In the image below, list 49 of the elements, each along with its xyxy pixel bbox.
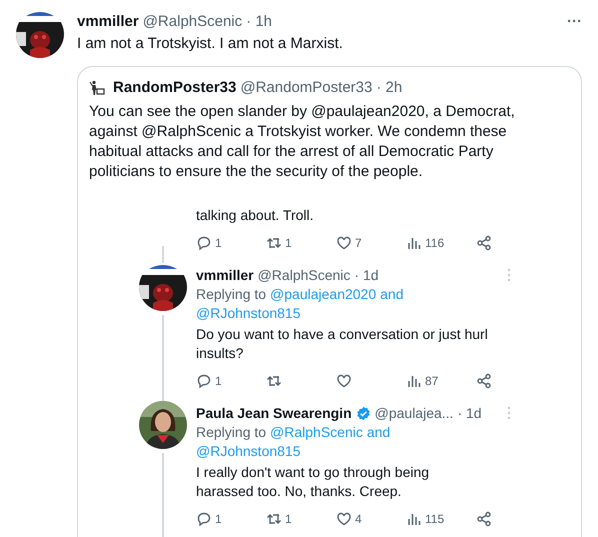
user-name[interactable]: RandomPoster33 — [113, 79, 236, 96]
mention-joiner: and — [366, 423, 390, 442]
bar-chart-icon[interactable] — [406, 511, 422, 527]
user-name[interactable]: vmmiller — [196, 267, 254, 283]
post-text: I am not a Trotskyist. I am not a Marxist. — [77, 34, 344, 54]
retweet-icon[interactable] — [266, 235, 282, 251]
heart-icon[interactable] — [336, 235, 352, 251]
quote-card[interactable] — [77, 66, 582, 537]
user-handle: @RalphScenic — [142, 13, 242, 30]
action-count: 1 — [215, 374, 222, 388]
reply-icon[interactable] — [196, 511, 212, 527]
user-handle: @RandomPoster33 — [240, 79, 372, 96]
reply-text: I really don't want to go through being harassed too. No, thanks. Creep. — [196, 463, 430, 501]
reply-icon[interactable] — [196, 235, 212, 251]
replying-label: Replying to — [196, 285, 266, 304]
post-time: · 2h — [376, 79, 402, 96]
share-icon[interactable] — [476, 511, 492, 527]
retweet-icon[interactable] — [266, 511, 282, 527]
post-text: You can see the open slander by @paulajean2020, a Democrat, against @RalphScenic a Trotskyist worker. We condemn these habitual attacks and call for the arrest of all Democratic Party politicians to ensure the the security of the people. — [89, 102, 516, 182]
post-time: · 1h — [246, 13, 272, 30]
share-icon[interactable] — [476, 235, 492, 251]
reply-text: talking about. Troll. — [196, 206, 315, 225]
reply-icon[interactable] — [196, 373, 212, 389]
replying-label: Replying to — [196, 423, 266, 442]
more-button[interactable]: ··· — [567, 13, 582, 30]
user-handle: @paulajea... — [374, 405, 454, 421]
action-count: 1 — [285, 236, 292, 250]
action-count: 87 — [425, 374, 438, 388]
user-name[interactable]: vmmiller — [77, 13, 139, 30]
action-count: 1 — [215, 236, 222, 250]
action-count: 1 — [215, 512, 222, 526]
reply-text: Do you want to have a conversation or just hurl insults? — [196, 325, 488, 363]
action-count: 116 — [425, 236, 444, 250]
bar-chart-icon[interactable] — [406, 235, 422, 251]
bar-chart-icon[interactable] — [406, 373, 422, 389]
retweet-icon[interactable] — [266, 373, 282, 389]
person-sign-icon — [89, 80, 105, 96]
action-count: 4 — [355, 512, 362, 526]
action-count: 115 — [425, 512, 444, 526]
action-count: 1 — [285, 512, 292, 526]
heart-icon[interactable] — [336, 373, 352, 389]
post-time: · 1d — [354, 267, 379, 283]
share-icon[interactable] — [476, 373, 492, 389]
action-count: 7 — [355, 236, 362, 250]
post-time: · 1d — [457, 405, 482, 421]
user-name[interactable]: Paula Jean Swearengin — [196, 405, 352, 421]
mention-joiner: and — [380, 285, 404, 304]
user-handle: @RalphScenic — [258, 267, 350, 283]
heart-icon[interactable] — [336, 511, 352, 527]
